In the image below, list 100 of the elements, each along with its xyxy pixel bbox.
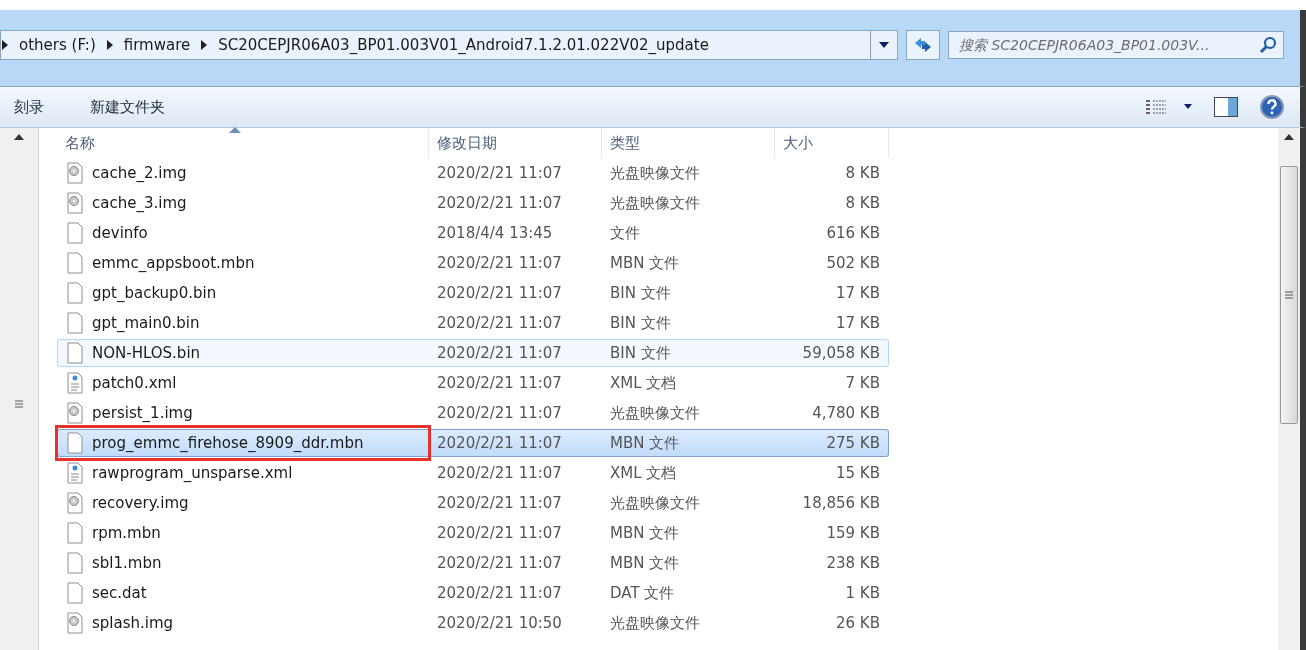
size-cell: 59,058 KB [775,339,889,367]
date-cell-text: 2020/2/21 11:07 [436,463,563,484]
file-name: devinfo [92,224,148,242]
file-name-cell[interactable]: sec.dat [57,579,429,607]
file-name: patch0.xml [92,374,177,392]
file-icon [66,342,84,364]
scroll-thumb[interactable] [1280,166,1298,424]
size-cell-text: 8 KB [844,193,881,214]
file-name-cell[interactable]: splash.img [57,609,429,637]
disc-file-icon [66,612,84,634]
date-cell-text: 2020/2/21 11:07 [436,553,563,574]
grip-icon [15,400,23,408]
xml-file-icon [66,462,84,484]
size-cell-text: 17 KB [835,313,881,334]
scroll-up-icon[interactable] [1284,134,1294,140]
search-field[interactable]: 搜索 SC20CEPJR06A03_BP01.003V... [948,31,1284,59]
type-cell-text: 光盘映像文件 [609,192,701,214]
size-cell-text: 15 KB [835,463,881,484]
type-cell-text: BIN 文件 [609,282,672,304]
file-name: cache_3.img [92,194,187,212]
disc-file-icon [66,492,84,514]
file-icon [66,522,84,544]
size-cell: 275 KB [775,429,889,457]
breadcrumb-item[interactable]: others (F:) [19,36,96,54]
scrollbar[interactable] [1278,128,1300,650]
file-icon [66,282,84,304]
help-icon[interactable] [1260,95,1284,119]
column-header[interactable]: 类型 [602,128,775,158]
toolbar-button[interactable]: 刻录 [8,93,50,121]
date-cell-text: 2020/2/21 11:07 [436,193,563,214]
file-icon [66,432,84,454]
file-name: rawprogram_unsparse.xml [92,464,293,482]
type-cell-text: 光盘映像文件 [609,402,701,424]
breadcrumb-item[interactable]: SC20CEPJR06A03_BP01.003V01_Android7.1.2.01.022V02_update [218,36,709,54]
preview-pane-icon[interactable] [1214,97,1238,117]
breadcrumb-item[interactable]: firmware [123,36,191,54]
column-header[interactable]: 修改日期 [429,128,602,158]
file-name-cell[interactable]: cache_2.img [57,159,429,187]
size-cell-text: 616 KB [825,223,881,244]
toolbar-button[interactable]: 新建文件夹 [84,93,171,121]
file-name-cell[interactable]: rpm.mbn [57,519,429,547]
size-cell-text: 159 KB [825,523,881,544]
disc-file-icon [66,192,84,214]
date-cell-text: 2020/2/21 10:50 [436,613,563,634]
column-header[interactable]: 大小 [775,128,889,158]
date-cell-text: 2020/2/21 11:07 [436,523,563,544]
caret-icon [879,42,889,48]
file-name-cell[interactable]: recovery.img [57,489,429,517]
file-name: recovery.img [92,494,189,512]
date-cell-text: 2018/4/4 13:45 [436,223,554,244]
file-name: NON-HLOS.bin [92,344,201,362]
grip-icon [1285,291,1293,299]
type-cell-text: DAT 文件 [609,582,676,604]
file-icon [66,222,84,244]
size-cell-text: 7 KB [844,373,881,394]
file-name-cell[interactable]: gpt_backup0.bin [57,279,429,307]
file-name-cell[interactable]: patch0.xml [57,369,429,397]
file-name-cell[interactable]: NON-HLOS.bin [57,339,429,367]
size-cell-text: 502 KB [825,253,881,274]
search-icon [1259,36,1277,54]
date-cell-text: 2020/2/21 11:07 [436,313,563,334]
file-name-cell[interactable]: prog_emmc_firehose_8909_ddr.mbn [57,429,429,457]
disc-file-icon [66,162,84,184]
scroll-up-icon[interactable] [14,134,24,140]
file-name-cell[interactable]: devinfo [57,219,429,247]
file-icon [66,252,84,274]
file-name-cell[interactable]: emmc_appsboot.mbn [57,249,429,277]
chevron-right-icon [200,40,209,50]
view-list-icon[interactable] [1146,100,1192,114]
type-cell-text: 光盘映像文件 [609,492,701,514]
column-header[interactable]: 名称 [57,128,429,158]
date-cell: 2020/2/21 11:07 [429,339,602,367]
file-name-cell[interactable]: gpt_main0.bin [57,309,429,337]
file-name-cell[interactable]: cache_3.img [57,189,429,217]
address-bar[interactable]: others (F:) firmware SC20CEPJR06A03_BP01.003V01_Android7.1.2.01.022V02_update [0,30,898,60]
file-name: rpm.mbn [92,524,161,542]
type-cell: MBN 文件 [602,429,775,457]
date-cell-text: 2020/2/21 11:07 [436,583,563,604]
file-name-cell[interactable]: rawprogram_unsparse.xml [57,459,429,487]
type-cell-text: 文件 [609,222,641,244]
refresh-button[interactable] [906,30,940,60]
scrollbar[interactable] [0,128,39,650]
file-name-cell[interactable]: persist_1.img [57,399,429,427]
file-name: sec.dat [92,584,147,602]
file-icon [66,582,84,604]
date-cell-text: 2020/2/21 11:07 [436,283,563,304]
file-name: persist_1.img [92,404,193,422]
type-cell-text: 光盘映像文件 [609,612,701,634]
size-cell-text: 18,856 KB [801,493,881,514]
file-name: cache_2.img [92,164,187,182]
type-cell-text: XML 文档 [609,372,678,394]
file-icon [66,312,84,334]
size-cell-text: 1 KB [844,583,881,604]
size-cell-text: 4,780 KB [811,403,881,424]
type-cell-text: MBN 文件 [609,552,681,574]
size-cell-text: 8 KB [844,163,881,184]
file-name-cell[interactable]: sbl1.mbn [57,549,429,577]
chevron-right-icon [1,40,9,50]
size-cell-text: 17 KB [835,283,881,304]
date-cell-text: 2020/2/21 11:07 [436,253,563,274]
